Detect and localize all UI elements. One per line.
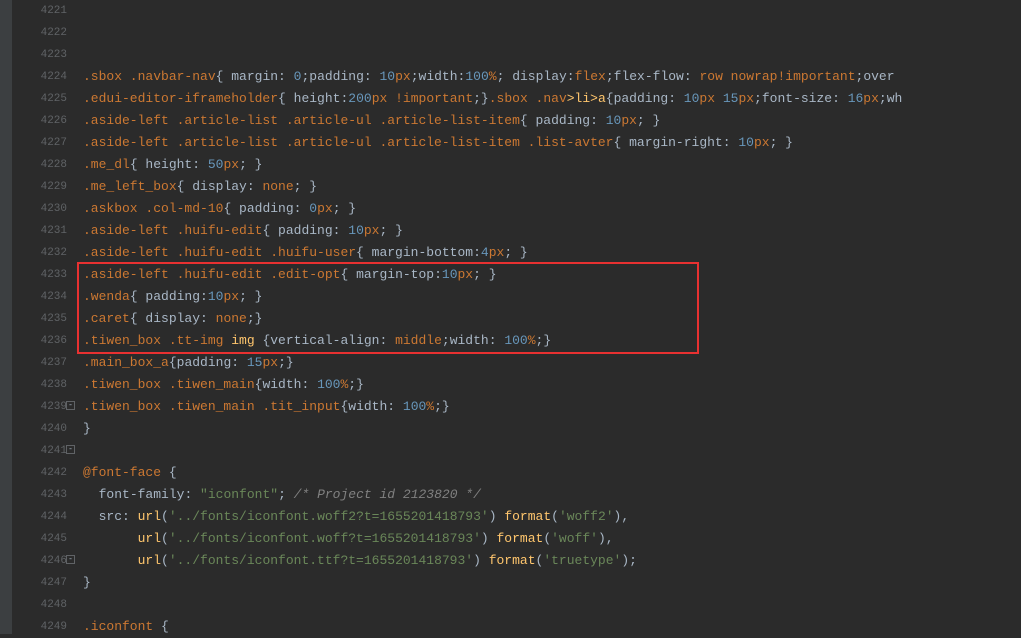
code-line[interactable]: .askbox .col-md-10{ padding: 0px; }	[83, 198, 1021, 220]
code-line[interactable]: .tiwen_box .tiwen_main .tit_input{width:…	[83, 396, 1021, 418]
line-number: 4230	[12, 198, 67, 220]
code-area[interactable]: .sbox .navbar-nav{ margin: 0;padding: 10…	[77, 0, 1021, 634]
line-number: 4221	[12, 0, 67, 22]
code-line[interactable]: .aside-left .huifu-edit .huifu-user{ mar…	[83, 242, 1021, 264]
fold-icon[interactable]: -	[66, 555, 75, 564]
line-number: 4236	[12, 330, 67, 352]
code-line[interactable]	[83, 594, 1021, 616]
code-line[interactable]	[83, 440, 1021, 462]
line-number: 4234	[12, 286, 67, 308]
line-number-gutter: 4221422242234224422542264227422842294230…	[12, 0, 77, 634]
line-number: 4235	[12, 308, 67, 330]
line-number: 4242	[12, 462, 67, 484]
line-number: 4226	[12, 110, 67, 132]
code-line[interactable]: }	[83, 418, 1021, 440]
code-line[interactable]: src: url('../fonts/iconfont.woff2?t=1655…	[83, 506, 1021, 528]
line-number: 4223	[12, 44, 67, 66]
line-number: 4237	[12, 352, 67, 374]
line-number: 4239-	[12, 396, 67, 418]
vertical-scrollbar[interactable]	[0, 0, 12, 634]
code-line[interactable]: url('../fonts/iconfont.ttf?t=16552014187…	[83, 550, 1021, 572]
line-number: 4245	[12, 528, 67, 550]
line-number: 4241-	[12, 440, 67, 462]
code-line[interactable]: .aside-left .huifu-edit .edit-opt{ margi…	[83, 264, 1021, 286]
line-number: 4229	[12, 176, 67, 198]
line-number: 4225	[12, 88, 67, 110]
code-line[interactable]: .wenda{ padding:10px; }	[83, 286, 1021, 308]
line-number: 4249	[12, 616, 67, 638]
code-line[interactable]: .iconfont {	[83, 616, 1021, 634]
line-number: 4247	[12, 572, 67, 594]
code-line[interactable]: url('../fonts/iconfont.woff?t=1655201418…	[83, 528, 1021, 550]
code-line[interactable]: .caret{ display: none;}	[83, 308, 1021, 330]
line-number: 4228	[12, 154, 67, 176]
code-line[interactable]: @font-face {	[83, 462, 1021, 484]
line-number: 4243	[12, 484, 67, 506]
code-line[interactable]: .me_left_box{ display: none; }	[83, 176, 1021, 198]
line-number: 4231	[12, 220, 67, 242]
code-line[interactable]: }	[83, 572, 1021, 594]
code-line[interactable]: .main_box_a{padding: 15px;}	[83, 352, 1021, 374]
line-number: 4240	[12, 418, 67, 440]
line-number: 4246-	[12, 550, 67, 572]
code-line[interactable]: .edui-editor-iframeholder{ height:200px …	[83, 88, 1021, 110]
line-number: 4248	[12, 594, 67, 616]
line-number: 4227	[12, 132, 67, 154]
code-editor[interactable]: 4221422242234224422542264227422842294230…	[0, 0, 1021, 634]
code-line[interactable]: .sbox .navbar-nav{ margin: 0;padding: 10…	[83, 66, 1021, 88]
line-number: 4222	[12, 22, 67, 44]
line-number: 4238	[12, 374, 67, 396]
fold-icon[interactable]: -	[66, 401, 75, 410]
line-number: 4233	[12, 264, 67, 286]
line-number: 4232	[12, 242, 67, 264]
line-number: 4224	[12, 66, 67, 88]
fold-icon[interactable]: -	[66, 445, 75, 454]
code-line[interactable]: .me_dl{ height: 50px; }	[83, 154, 1021, 176]
code-line[interactable]: .aside-left .article-list .article-ul .a…	[83, 110, 1021, 132]
code-line[interactable]: .tiwen_box .tt-img img {vertical-align: …	[83, 330, 1021, 352]
code-line[interactable]: .aside-left .article-list .article-ul .a…	[83, 132, 1021, 154]
code-line[interactable]: font-family: "iconfont"; /* Project id 2…	[83, 484, 1021, 506]
code-line[interactable]: .tiwen_box .tiwen_main{width: 100%;}	[83, 374, 1021, 396]
line-number: 4244	[12, 506, 67, 528]
code-line[interactable]: .aside-left .huifu-edit{ padding: 10px; …	[83, 220, 1021, 242]
